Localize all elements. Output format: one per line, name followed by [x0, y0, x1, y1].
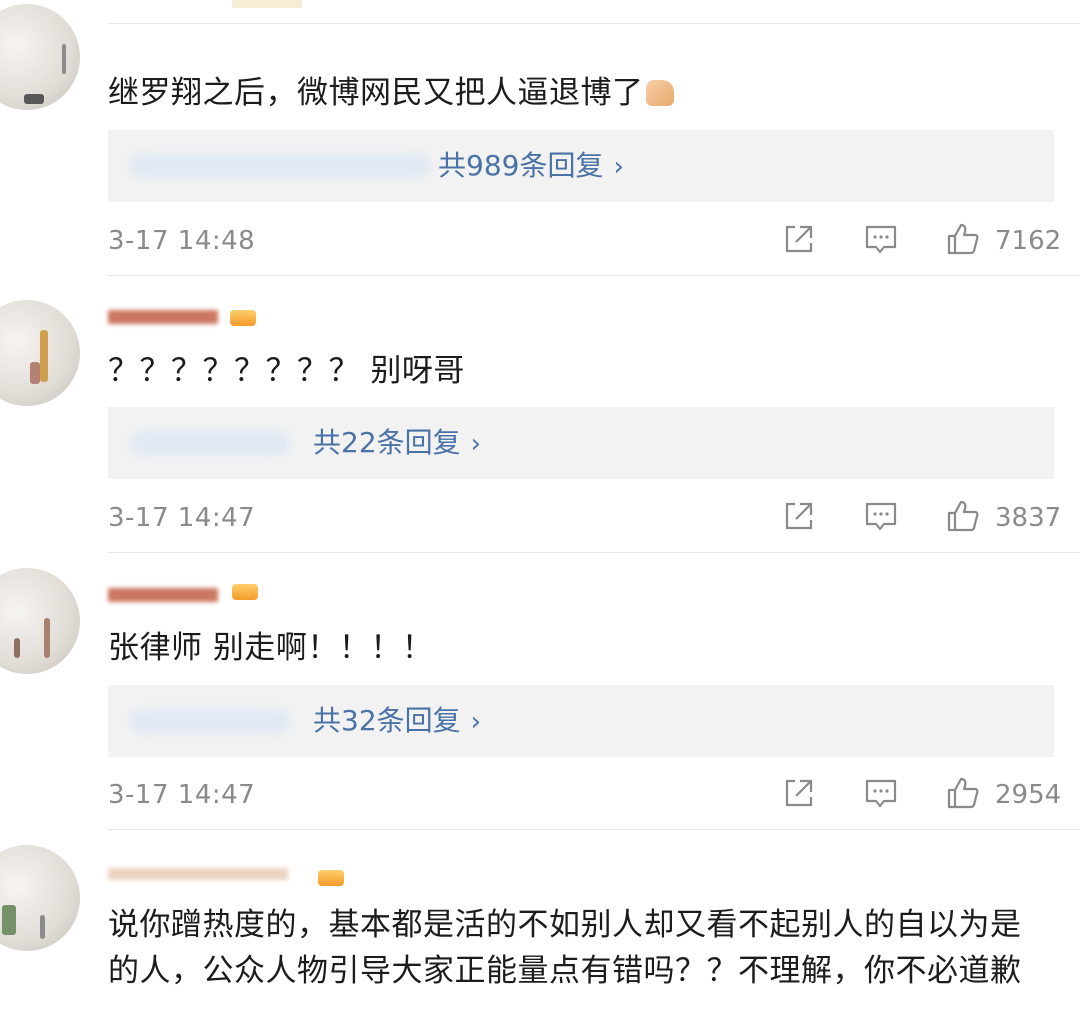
username[interactable] [108, 38, 128, 62]
comment-text: 说你蹭热度的，基本都是活的不如别人却又看不起别人的自以为是的人，公众人物引导大家… [108, 907, 1022, 989]
divider [108, 829, 1080, 830]
comment-icon[interactable] [864, 776, 898, 810]
share-icon[interactable] [782, 499, 816, 533]
username[interactable] [108, 868, 288, 880]
comment-text: 张律师 别走啊！！！！ [108, 630, 434, 666]
username[interactable] [108, 588, 218, 602]
share-icon[interactable] [782, 776, 816, 810]
divider [108, 275, 1080, 276]
vip-badge [318, 870, 344, 886]
reply-usernames [130, 431, 290, 455]
top-decoration [232, 0, 302, 8]
reply-usernames [130, 709, 290, 733]
chevron-right-icon: › [470, 707, 482, 737]
comment-body: 继罗翔之后，微博网民又把人逼退博了 [108, 75, 644, 111]
reply-count-link[interactable]: 共32条回复 › [313, 685, 481, 757]
reply-preview[interactable]: 共22条回复 › [108, 407, 1054, 479]
comment-time: 3-17 14:48 [108, 226, 256, 256]
reply-usernames [130, 154, 430, 178]
username[interactable] [108, 310, 218, 324]
divider [108, 23, 1080, 24]
avatar[interactable] [0, 300, 80, 406]
reply-count-label: 共22条回复 [313, 426, 461, 459]
like-icon[interactable] [946, 776, 980, 810]
comment-icon[interactable] [864, 222, 898, 256]
reply-count-label: 共32条回复 [313, 704, 461, 737]
comment-text: ？？？？？？？？ 别呀哥 [108, 353, 465, 389]
comment-icon[interactable] [864, 499, 898, 533]
reply-preview[interactable]: 共32条回复 › [108, 685, 1054, 757]
avatar[interactable] [0, 568, 80, 674]
comment-text: 继罗翔之后，微博网民又把人逼退博了 [108, 70, 1040, 116]
like-count: 7162 [995, 226, 1062, 256]
comment-time: 3-17 14:47 [108, 780, 256, 810]
chevron-right-icon: › [470, 429, 482, 459]
avatar[interactable] [0, 845, 80, 951]
like-count: 2954 [995, 780, 1062, 810]
avatar[interactable] [0, 4, 80, 110]
divider [108, 552, 1080, 553]
reply-count-link[interactable]: 共989条回复 › [438, 130, 624, 202]
reply-count-label: 共989条回复 [438, 149, 604, 182]
share-icon[interactable] [782, 222, 816, 256]
comment-time: 3-17 14:47 [108, 503, 256, 533]
like-icon[interactable] [946, 222, 980, 256]
thumbs-up-emoji [645, 80, 674, 106]
vip-badge [232, 584, 258, 600]
reply-count-link[interactable]: 共22条回复 › [313, 407, 481, 479]
chevron-right-icon: › [613, 152, 624, 182]
reply-preview[interactable]: 共989条回复 › [108, 130, 1054, 202]
like-count: 3837 [995, 503, 1062, 533]
vip-badge [230, 310, 256, 326]
like-icon[interactable] [946, 499, 980, 533]
